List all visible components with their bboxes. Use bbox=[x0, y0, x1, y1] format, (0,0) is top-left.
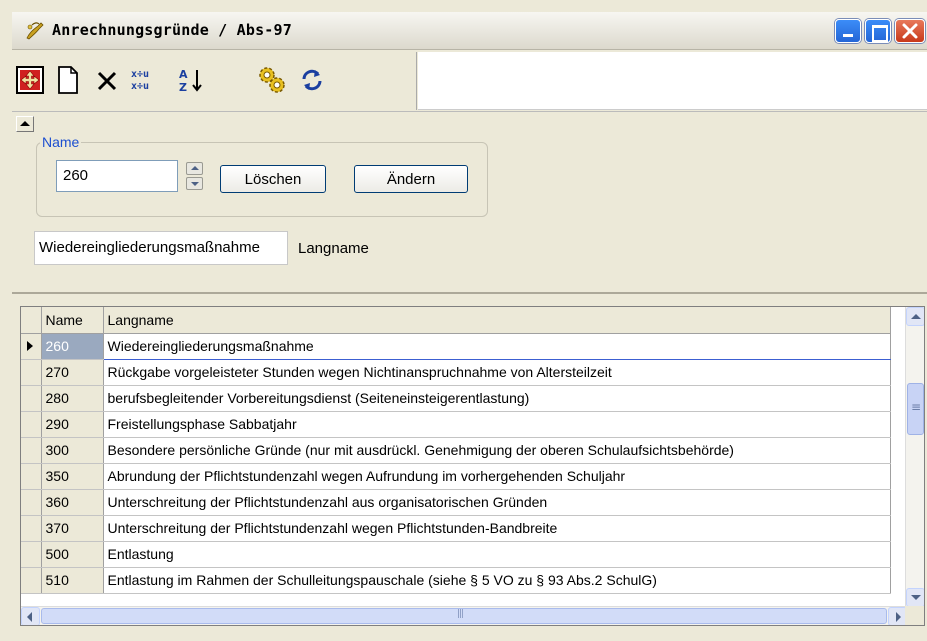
longname-label: Langname bbox=[298, 240, 369, 257]
spin-up-button[interactable] bbox=[186, 162, 203, 175]
cell-longname[interactable]: Wiedereingliederungsmaßnahme bbox=[103, 332, 891, 360]
transfer-button[interactable]: x÷u x÷u bbox=[128, 64, 160, 96]
svg-text:A: A bbox=[179, 68, 188, 81]
cell-name[interactable]: 260 bbox=[41, 333, 104, 360]
collapse-panel-button[interactable] bbox=[16, 116, 34, 132]
row-indicator bbox=[21, 437, 42, 464]
change-entry-button[interactable]: Ändern bbox=[354, 165, 468, 193]
cell-longname[interactable]: berufsbegleitender Vorbereitungsdienst (… bbox=[103, 385, 891, 412]
cell-name[interactable]: 500 bbox=[41, 541, 104, 568]
row-indicator bbox=[21, 463, 42, 490]
transfer-icon: x÷u x÷u bbox=[131, 69, 149, 92]
row-indicator bbox=[21, 567, 42, 594]
cell-name[interactable]: 270 bbox=[41, 359, 104, 386]
sort-icon: A Z bbox=[179, 68, 202, 94]
cell-longname[interactable]: Rückgabe vorgeleisteter Stunden wegen Ni… bbox=[103, 359, 891, 386]
current-row-arrow-icon bbox=[27, 341, 33, 351]
table-row[interactable]: 280 berufsbegleitender Vorbereitungsdien… bbox=[21, 385, 891, 412]
table-row[interactable]: 300 Besondere persönliche Gründe (nur mi… bbox=[21, 437, 891, 464]
column-header-longname[interactable]: Langname bbox=[103, 307, 891, 334]
svg-text:x÷u: x÷u bbox=[131, 69, 149, 80]
spin-down-button[interactable] bbox=[186, 177, 203, 190]
cell-longname[interactable]: Unterschreitung der Pflichtstundenzahl a… bbox=[103, 489, 891, 516]
row-indicator bbox=[21, 489, 42, 516]
sort-button[interactable]: A Z bbox=[176, 64, 208, 96]
cell-name[interactable]: 370 bbox=[41, 515, 104, 542]
row-indicator bbox=[21, 333, 42, 360]
move-icon bbox=[16, 66, 44, 94]
name-group-label: Name bbox=[40, 134, 82, 150]
table-row[interactable]: 270 Rückgabe vorgeleisteter Stunden wege… bbox=[21, 359, 891, 386]
cell-longname[interactable]: Unterschreitung der Pflichtstundenzahl w… bbox=[103, 515, 891, 542]
grid-body: 260 Wiedereingliederungsmaßnahme 270 Rüc… bbox=[21, 332, 891, 594]
grid-table: Name Langname 260 Wiedereingliederungsma… bbox=[21, 307, 891, 594]
svg-text:x÷u: x÷u bbox=[131, 81, 149, 92]
grid-area: Name Langname 260 Wiedereingliederungsma… bbox=[12, 292, 927, 641]
cell-longname[interactable]: Entlastung im Rahmen der Schulleitungspa… bbox=[103, 567, 891, 594]
move-button[interactable] bbox=[14, 64, 46, 96]
cell-longname[interactable]: Freistellungsphase Sabbatjahr bbox=[103, 411, 891, 438]
horizontal-scroll-thumb[interactable] bbox=[41, 608, 887, 624]
cell-name[interactable]: 300 bbox=[41, 437, 104, 464]
delete-entry-button[interactable]: Löschen bbox=[220, 165, 326, 193]
cell-name[interactable]: 350 bbox=[41, 463, 104, 490]
cell-name[interactable]: 280 bbox=[41, 385, 104, 412]
main-window: Anrechnungsgründe / Abs-97 x÷u x÷u A Z N… bbox=[0, 0, 927, 641]
row-indicator bbox=[21, 515, 42, 542]
vertical-scroll-thumb[interactable] bbox=[907, 383, 924, 435]
settings-button[interactable] bbox=[256, 64, 288, 96]
new-button[interactable] bbox=[52, 64, 84, 96]
scroll-down-button[interactable] bbox=[906, 588, 924, 607]
row-indicator-header bbox=[21, 307, 42, 334]
gear-icon bbox=[259, 67, 285, 93]
data-grid: Name Langname 260 Wiedereingliederungsma… bbox=[20, 306, 925, 626]
minimize-button[interactable] bbox=[835, 19, 861, 43]
delete-icon bbox=[97, 71, 117, 91]
longname-input[interactable]: Wiedereingliederungsmaßnahme bbox=[34, 231, 288, 265]
new-document-icon bbox=[58, 66, 78, 94]
cell-longname[interactable]: Abrundung der Pflichtstundenzahl wegen A… bbox=[103, 463, 891, 490]
close-button[interactable] bbox=[895, 19, 925, 43]
toolbar-empty-area bbox=[418, 52, 927, 110]
scrollbar-corner bbox=[905, 606, 924, 625]
toolbar: x÷u x÷u A Z bbox=[12, 52, 417, 110]
refresh-button[interactable] bbox=[296, 64, 328, 96]
title-bar[interactable]: Anrechnungsgründe / Abs-97 bbox=[12, 12, 927, 50]
table-row[interactable]: 370 Unterschreitung der Pflichtstundenza… bbox=[21, 515, 891, 542]
grid-header-row: Name Langname bbox=[21, 307, 891, 334]
table-row[interactable]: 360 Unterschreitung der Pflichtstundenza… bbox=[21, 489, 891, 516]
column-header-name[interactable]: Name bbox=[41, 307, 104, 334]
svg-text:Z: Z bbox=[179, 81, 187, 94]
cell-longname[interactable]: Besondere persönliche Gründe (nur mit au… bbox=[103, 437, 891, 464]
table-row[interactable]: 510 Entlastung im Rahmen der Schulleitun… bbox=[21, 567, 891, 594]
maximize-button[interactable] bbox=[865, 19, 891, 43]
name-input[interactable]: 260 bbox=[56, 160, 178, 192]
row-indicator bbox=[21, 385, 42, 412]
name-spinner[interactable] bbox=[186, 162, 203, 190]
cell-name[interactable]: 510 bbox=[41, 567, 104, 594]
table-row[interactable]: 350 Abrundung der Pflichtstundenzahl weg… bbox=[21, 463, 891, 490]
scroll-left-button[interactable] bbox=[21, 607, 40, 625]
edit-panel: Name 260 Löschen Ändern Wiedereinglieder… bbox=[12, 111, 927, 291]
row-indicator bbox=[21, 359, 42, 386]
table-row[interactable]: 290 Freistellungsphase Sabbatjahr bbox=[21, 411, 891, 438]
scroll-up-button[interactable] bbox=[906, 307, 924, 326]
cell-name[interactable]: 360 bbox=[41, 489, 104, 516]
delete-button[interactable] bbox=[92, 64, 124, 96]
table-row[interactable]: 260 Wiedereingliederungsmaßnahme bbox=[21, 332, 891, 360]
close-icon bbox=[902, 23, 918, 39]
table-row[interactable]: 500 Entlastung bbox=[21, 541, 891, 568]
row-indicator bbox=[21, 541, 42, 568]
cell-name[interactable]: 290 bbox=[41, 411, 104, 438]
cell-longname[interactable]: Entlastung bbox=[103, 541, 891, 568]
vertical-scrollbar[interactable] bbox=[905, 307, 924, 607]
row-indicator bbox=[21, 411, 42, 438]
app-logo-icon bbox=[26, 22, 44, 40]
window-title: Anrechnungsgründe / Abs-97 bbox=[52, 21, 292, 39]
horizontal-scrollbar[interactable] bbox=[21, 606, 907, 625]
refresh-icon bbox=[302, 69, 322, 91]
